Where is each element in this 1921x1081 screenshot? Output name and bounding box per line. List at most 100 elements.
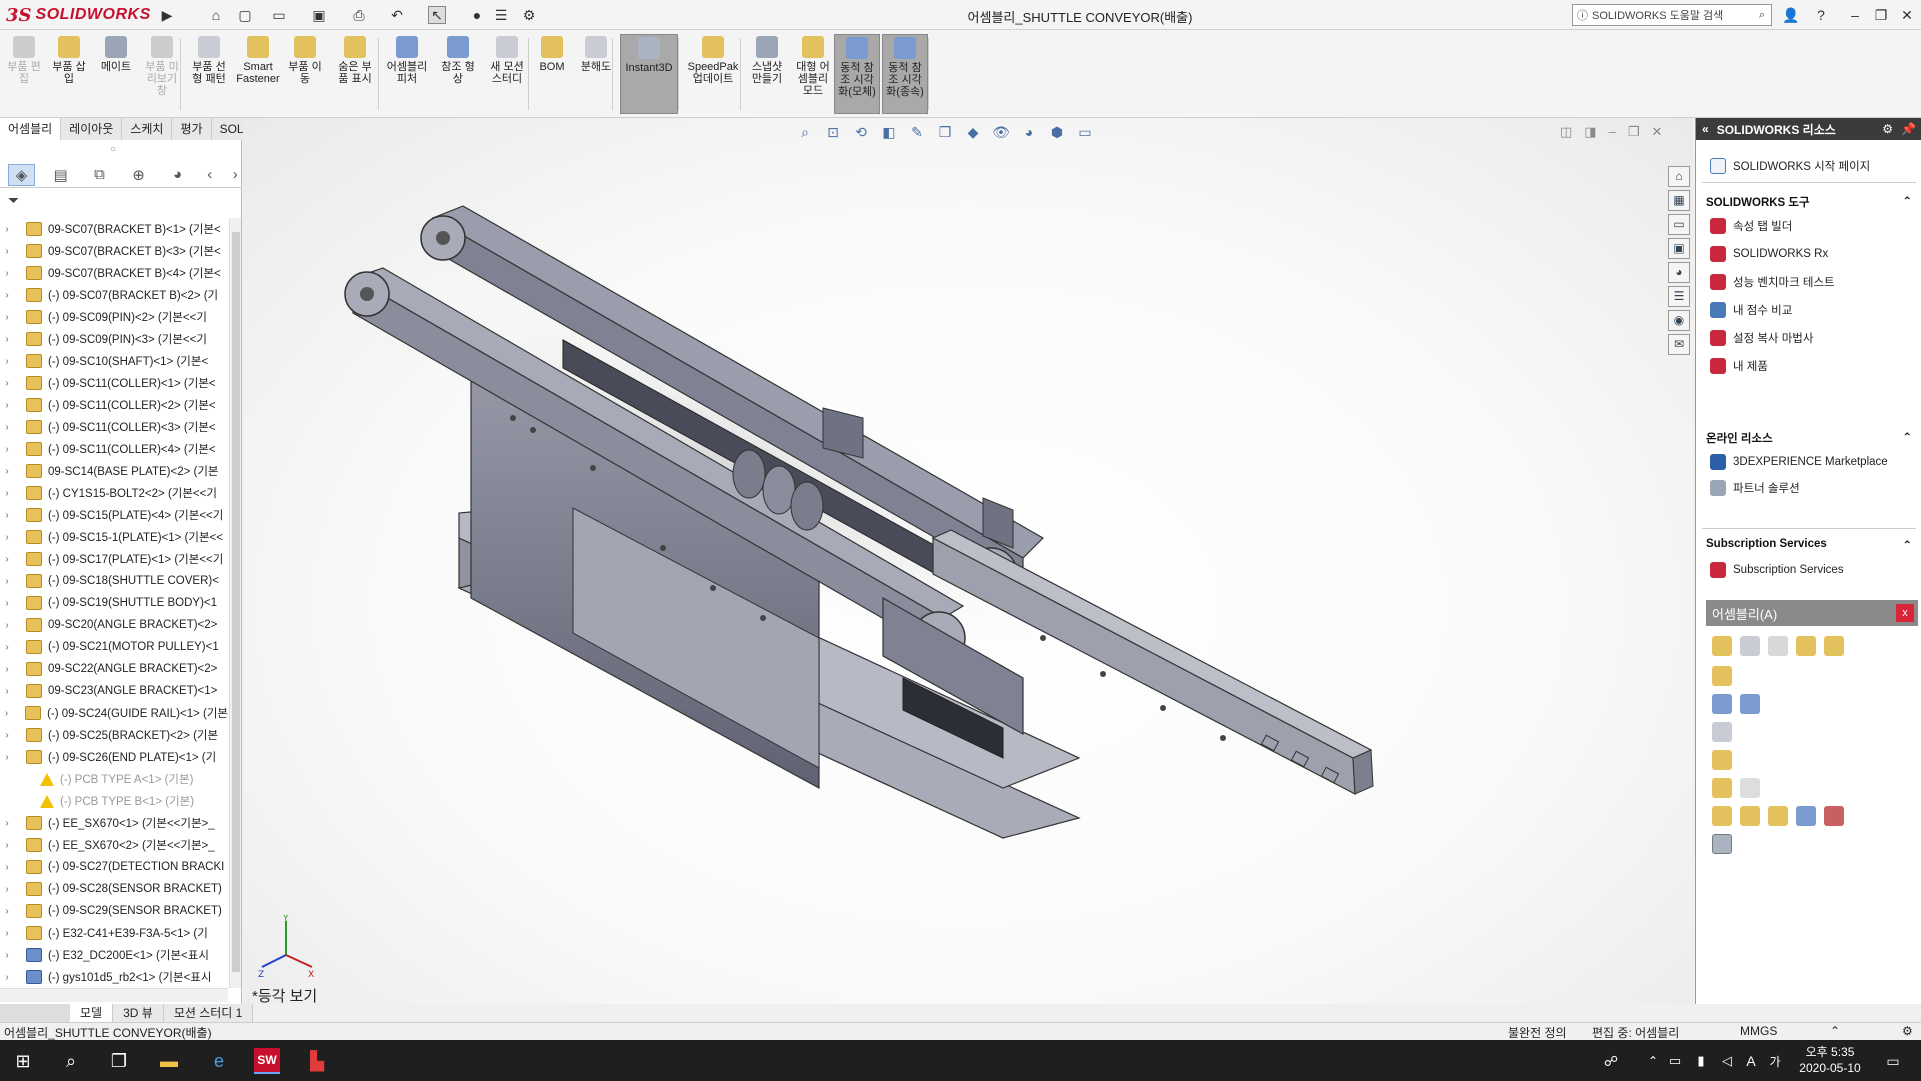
- close-toolbar-button[interactable]: x: [1896, 604, 1914, 622]
- collapse-chevron-icon[interactable]: ⌃: [1902, 430, 1912, 446]
- tree-item[interactable]: › (-) 09-SC17(PLATE)<1> (기본<<기: [0, 548, 228, 570]
- tree-item[interactable]: › 09-SC14(BASE PLATE)<2> (기본: [0, 460, 228, 482]
- display-manager-icon[interactable]: ◕: [164, 164, 191, 186]
- viewport-minimize-icon[interactable]: –: [1609, 124, 1616, 140]
- command-10[interactable]: 새 모션 스터디: [484, 34, 530, 114]
- expand-chevron-icon[interactable]: ›: [0, 356, 14, 367]
- appearances-icon[interactable]: ◕: [1668, 262, 1690, 283]
- solidworks-forum-icon[interactable]: ◉: [1668, 310, 1690, 331]
- bottom-tab-0[interactable]: 모델: [70, 1004, 114, 1022]
- expand-chevron-icon[interactable]: ›: [0, 334, 14, 345]
- expand-chevron-icon[interactable]: ›: [0, 884, 14, 895]
- panel-grip-icon[interactable]: ○: [110, 144, 116, 155]
- tree-item[interactable]: › (-) 09-SC26(END PLATE)<1> (기: [0, 746, 228, 768]
- online-link[interactable]: 3DEXPERIENCE Marketplace: [1710, 454, 1888, 470]
- zoom-area-icon[interactable]: ⊡: [823, 122, 843, 142]
- assembly-toolbar-header[interactable]: 어셈블리(A) x: [1706, 600, 1918, 626]
- tab-2[interactable]: 스케치: [122, 118, 173, 140]
- command-15[interactable]: 스냅샷 만들기: [746, 34, 788, 114]
- subscription-section-header[interactable]: Subscription Services ⌃: [1706, 538, 1912, 552]
- display-style-icon[interactable]: ◆: [963, 122, 983, 142]
- battery-icon[interactable]: ▮: [1688, 1048, 1714, 1074]
- tree-item[interactable]: › (-) 09-SC18(SHUTTLE COVER)<: [0, 570, 228, 592]
- instant3d-icon[interactable]: [1712, 834, 1732, 854]
- tree-item[interactable]: › (-) 09-SC19(SHUTTLE BODY)<1: [0, 592, 228, 614]
- tree-item[interactable]: › (-) 09-SC11(COLLER)<4> (기본<: [0, 438, 228, 460]
- expand-chevron-icon[interactable]: ›: [0, 708, 13, 719]
- dimxpert-icon[interactable]: ⊕: [125, 164, 152, 186]
- new-part-icon[interactable]: [1796, 636, 1816, 656]
- restore-button[interactable]: ❐: [1870, 4, 1892, 26]
- custom-properties-icon[interactable]: ☰: [1668, 286, 1690, 307]
- save-icon[interactable]: ▣: [310, 6, 328, 24]
- tree-item[interactable]: › (-) 09-SC28(SENSOR BRACKET): [0, 878, 228, 900]
- tree-item[interactable]: › (-) E32_DC200E<1> (기본<표시: [0, 944, 228, 966]
- tab-0[interactable]: 어셈블리: [0, 118, 62, 140]
- notification-icon[interactable]: ▭: [1880, 1048, 1906, 1074]
- large-assembly-icon[interactable]: [1796, 806, 1816, 826]
- property-manager-icon[interactable]: ▤: [47, 164, 74, 186]
- minimize-button[interactable]: –: [1844, 4, 1866, 26]
- design-library-icon[interactable]: ▦: [1668, 190, 1690, 211]
- tree-item[interactable]: › 09-SC20(ANGLE BRACKET)<2>: [0, 614, 228, 636]
- command-4[interactable]: 부품 선 형 패턴: [188, 34, 230, 114]
- tree-item[interactable]: › (-) 09-SC10(SHAFT)<1> (기본<: [0, 350, 228, 372]
- tree-item[interactable]: › (-) 09-SC11(COLLER)<1> (기본<: [0, 372, 228, 394]
- expand-chevron-icon[interactable]: ›: [0, 224, 14, 235]
- people-icon[interactable]: ☍: [1598, 1048, 1624, 1074]
- expand-chevron-icon[interactable]: ›: [0, 422, 14, 433]
- collapse-chevron-icon[interactable]: ⌃: [1902, 194, 1912, 210]
- hole-wizard-icon[interactable]: [1712, 806, 1732, 826]
- help-question-icon[interactable]: ?: [1810, 4, 1832, 26]
- scrollbar-thumb[interactable]: [232, 232, 240, 972]
- reference-geometry-icon[interactable]: [1740, 694, 1760, 714]
- tree-item[interactable]: › (-) 09-SC29(SENSOR BRACKET): [0, 900, 228, 922]
- tab-scroll-right-icon[interactable]: ›: [229, 164, 243, 186]
- tree-item[interactable]: › (-) 09-SC09(PIN)<3> (기본<<기: [0, 328, 228, 350]
- task-view-icon[interactable]: ❐: [106, 1048, 132, 1074]
- online-link[interactable]: 파트너 솔루션: [1710, 480, 1800, 496]
- tools-link[interactable]: 내 점수 비교: [1710, 302, 1792, 318]
- open-folder-icon[interactable]: ▭: [270, 6, 288, 24]
- command-6[interactable]: 부품 이 동: [284, 34, 326, 114]
- dynamic-annotation-icon[interactable]: ✎: [907, 122, 927, 142]
- rebuild-icon[interactable]: ●: [468, 6, 486, 24]
- edit-appearance-icon[interactable]: ◕: [1019, 122, 1039, 142]
- tab-1[interactable]: 레이아웃: [61, 118, 123, 140]
- tree-item[interactable]: › (-) CY1S15-BOLT2<2> (기본<<기: [0, 482, 228, 504]
- tree-item[interactable]: › (-) 09-SC15(PLATE)<4> (기본<<기: [0, 504, 228, 526]
- linear-pattern-icon[interactable]: [1768, 636, 1788, 656]
- expand-chevron-icon[interactable]: ›: [0, 818, 14, 829]
- command-17[interactable]: 동적 참 조 시각 화(모체): [834, 34, 880, 114]
- pdf-reader-icon[interactable]: ▙: [304, 1048, 330, 1074]
- tree-item[interactable]: › (-) 09-SC11(COLLER)<2> (기본<: [0, 394, 228, 416]
- tab-scroll-controls[interactable]: [0, 1004, 70, 1022]
- file-explorer-taskbar-icon[interactable]: ▬: [156, 1048, 182, 1074]
- expand-chevron-icon[interactable]: ›: [0, 554, 14, 565]
- online-section-header[interactable]: 온라인 리소스 ⌃: [1706, 430, 1912, 446]
- viewport-close-icon[interactable]: ✕: [1651, 124, 1662, 140]
- close-button[interactable]: ✕: [1896, 4, 1918, 26]
- tree-item[interactable]: › (-) EE_SX670<2> (기본<<기본>_: [0, 834, 228, 856]
- tree-item[interactable]: › (-) 09-SC25(BRACKET)<2> (기본: [0, 724, 228, 746]
- expand-chevron-icon[interactable]: ›: [0, 950, 14, 961]
- tile-right-icon[interactable]: ◨: [1584, 124, 1596, 140]
- tools-link[interactable]: 설정 복사 마법사: [1710, 330, 1813, 346]
- expand-chevron-icon[interactable]: ›: [0, 972, 14, 983]
- tree-item[interactable]: › (-) 09-SC11(COLLER)<3> (기본<: [0, 416, 228, 438]
- ime-icon[interactable]: A: [1738, 1048, 1764, 1074]
- command-18[interactable]: 동적 참 조 시각 화(종속): [882, 34, 928, 114]
- expand-chevron-icon[interactable]: ›: [0, 576, 14, 587]
- expand-chevron-icon[interactable]: ›: [0, 466, 14, 477]
- tree-item[interactable]: › (-) E32-C41+E39-F3A-5<1> (기: [0, 922, 228, 944]
- command-2[interactable]: 메이트: [96, 34, 136, 114]
- edge-browser-icon[interactable]: e: [206, 1048, 232, 1074]
- interference-icon[interactable]: [1712, 778, 1732, 798]
- expand-chevron-icon[interactable]: ›: [0, 488, 14, 499]
- expand-chevron-icon[interactable]: ›: [0, 444, 14, 455]
- expand-chevron-icon[interactable]: ›: [0, 928, 14, 939]
- expand-chevron-icon[interactable]: ›: [0, 400, 14, 411]
- network-icon[interactable]: ▭: [1662, 1048, 1688, 1074]
- viewport-maximize-icon[interactable]: ❐: [1628, 124, 1640, 140]
- explode-view-icon[interactable]: [1712, 722, 1732, 742]
